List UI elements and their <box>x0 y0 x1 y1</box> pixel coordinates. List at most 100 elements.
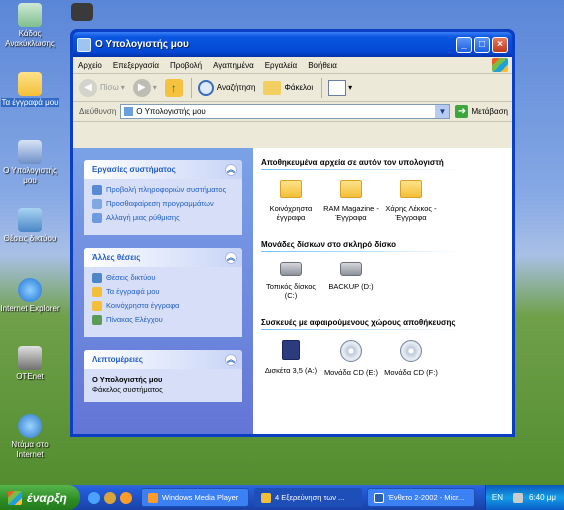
item-shared-documents[interactable]: Κοινόχρηστα έγγραφα <box>261 180 321 222</box>
checkers-icon <box>18 414 42 438</box>
folder-icon <box>400 180 422 198</box>
details-title: Λεπτομέρειες <box>92 355 143 364</box>
place-network[interactable]: Θέσεις δικτύου <box>92 273 234 283</box>
other-places-list: Θέσεις δικτύου Τα έγγραφά μου Κοινόχρηστ… <box>84 267 242 337</box>
internet-explorer-icon[interactable] <box>88 491 100 504</box>
desktop-icon-checkers[interactable]: Ντάμα στο Internet <box>0 414 60 460</box>
menu-item-view[interactable]: Προβολή <box>170 61 202 70</box>
speaker-icon[interactable] <box>512 492 523 503</box>
taskbar-button-media-player[interactable]: Windows Media Player <box>141 488 249 507</box>
folder-icon <box>261 492 271 503</box>
group-title-stored-files: Αποθηκευμένα αρχεία σε αυτόν τον υπολογι… <box>261 158 444 167</box>
place-control-panel[interactable]: Πίνακας Ελέγχου <box>92 315 234 325</box>
other-places-header[interactable]: Άλλες θέσεις ︽ <box>84 248 242 267</box>
documents-icon <box>18 72 42 96</box>
menu-item-file[interactable]: Αρχείο <box>78 61 102 70</box>
go-button[interactable]: ➜ Μετάβαση <box>455 105 508 118</box>
item-backup-d[interactable]: BACKUP (D:) <box>321 262 381 300</box>
task-label: Προβολή πληροφοριών συστήματος <box>106 185 227 194</box>
up-button[interactable]: ↑ <box>164 78 183 97</box>
place-shared-documents[interactable]: Κοινόχρηστα έγγραφα <box>92 301 234 311</box>
item-ram-magazine-documents[interactable]: RAM Magazine - Έγγραφα <box>321 180 381 222</box>
group-title-removable: Συσκευές με αφαιρούμενους χώρους αποθήκε… <box>261 318 456 327</box>
details-type: Φάκελος συστήματος <box>92 385 163 394</box>
place-label: Πίνακας Ελέγχου <box>106 315 163 324</box>
details-header[interactable]: Λεπτομέρειες ︽ <box>84 350 242 369</box>
content-area: Εργασίες συστήματος ︽ Προβολή πληροφοριώ… <box>73 148 512 434</box>
desktop-icon-label: Τα έγγραφά μου <box>1 98 59 107</box>
language-indicator[interactable]: EN <box>492 493 503 502</box>
search-button[interactable]: Αναζήτηση <box>197 79 255 96</box>
media-player-icon[interactable] <box>120 491 132 504</box>
maximize-button[interactable]: □ <box>474 36 490 53</box>
start-button[interactable]: έναρξη <box>0 485 80 510</box>
documents-icon <box>92 287 102 297</box>
folders-label: Φάκελοι <box>284 83 314 92</box>
folders-button[interactable]: Φάκελοι <box>263 80 314 95</box>
details-body: Ο Υπολογιστής μου Φάκελος συστήματος <box>84 369 242 402</box>
desktop-icon-my-documents[interactable]: Τα έγγραφά μου <box>0 72 60 108</box>
menu-item-help[interactable]: Βοήθεια <box>308 61 337 70</box>
hard-drive-icon <box>340 262 362 276</box>
item-local-disk-c[interactable]: Τοπικός δίσκος (C:) <box>261 262 321 300</box>
item-cd-f[interactable]: Μονάδα CD (F:) <box>381 340 441 377</box>
collapse-chevron-icon[interactable]: ︽ <box>225 251 237 264</box>
forward-button[interactable]: ▶ ▾ <box>132 78 157 97</box>
desktop-icon-network-places[interactable]: Θέσεις δικτύου <box>0 208 60 244</box>
menu-item-favorites[interactable]: Αγαπημένα <box>213 61 254 70</box>
computer-icon <box>124 107 134 116</box>
item-label: Μονάδα CD (F:) <box>384 368 438 377</box>
desktop-icon-my-computer[interactable]: Ο Υπολογιστής μου <box>0 140 60 186</box>
item-label: Μονάδα CD (E:) <box>323 368 379 377</box>
details-name: Ο Υπολογιστής μου <box>92 375 163 384</box>
collapse-chevron-icon[interactable]: ︽ <box>225 353 237 366</box>
menu-bar: Αρχείο Επεξεργασία Προβολή Αγαπημένα Εργ… <box>73 57 512 74</box>
group-divider <box>261 169 462 170</box>
task-change-setting[interactable]: Αλλαγή μιας ρύθμισης <box>92 213 234 223</box>
back-button[interactable]: ◀ Πίσω ▾ <box>79 78 125 97</box>
system-tasks-header[interactable]: Εργασίες συστήματος ︽ <box>84 160 242 179</box>
clock: 6:40 μμ <box>528 493 556 502</box>
start-label: έναρξη <box>27 490 67 505</box>
shared-folder-icon <box>92 301 102 311</box>
desktop-icon-camera[interactable] <box>62 3 102 23</box>
network-icon <box>92 273 102 283</box>
desktop-icon-internet-explorer[interactable]: Internet Explorer <box>0 278 60 314</box>
folder-icon <box>280 180 302 198</box>
collapse-chevron-icon[interactable]: ︽ <box>225 163 237 176</box>
taskbar-button-label: Windows Media Player <box>162 493 239 502</box>
folder-icon <box>340 180 362 198</box>
windows-flag-icon <box>8 490 22 505</box>
task-label: Αλλαγή μιας ρύθμισης <box>106 213 180 222</box>
address-bar: Διεύθυνση Ο Υπολογιστής μου ▼ ➜ Μετάβαση <box>73 102 512 122</box>
close-button[interactable]: × <box>492 36 508 53</box>
item-haris-lekkos-documents[interactable]: Χάρης Λέκκος - Έγγραφα <box>381 180 441 222</box>
taskbar: έναρξη Windows Media Player 4 Εξερεύνηση… <box>0 485 564 510</box>
outlook-express-icon[interactable] <box>104 491 116 504</box>
views-button[interactable]: ▾ <box>328 79 352 96</box>
item-label: Δισκέτα 3,5 (A:) <box>264 366 318 375</box>
place-my-documents[interactable]: Τα έγγραφά μου <box>92 287 234 297</box>
address-dropdown-icon[interactable]: ▼ <box>435 105 450 118</box>
group-divider <box>261 329 462 330</box>
task-view-system-info[interactable]: Προβολή πληροφοριών συστήματος <box>92 185 234 195</box>
task-label: Προσθαφαίρεση προγραμμάτων <box>106 199 214 208</box>
item-cd-e[interactable]: Μονάδα CD (E:) <box>321 340 381 377</box>
system-tasks-list: Προβολή πληροφοριών συστήματος Προσθαφαί… <box>84 179 242 235</box>
quick-launch <box>88 491 136 504</box>
taskbar-button-explorer[interactable]: 4 Εξερεύνηση των ... <box>254 488 362 507</box>
item-floppy-a[interactable]: Δισκέτα 3,5 (A:) <box>261 340 321 377</box>
item-label: Χάρης Λέκκος - Έγγραφα <box>385 204 437 222</box>
menu-item-tools[interactable]: Εργαλεία <box>265 61 297 70</box>
minimize-button[interactable]: _ <box>456 36 472 53</box>
address-input[interactable]: Ο Υπολογιστής μου ▼ <box>120 104 451 119</box>
desktop-icon-recycle-bin[interactable]: Κάδος Ανακύκλωσης <box>0 3 60 49</box>
task-add-remove-programs[interactable]: Προσθαφαίρεση προγραμμάτων <box>92 199 234 209</box>
title-bar[interactable]: Ο Υπολογιστής μου _ □ × <box>73 32 512 57</box>
taskbar-button-word[interactable]: Ένθετο 2-2002 - Micr... <box>367 488 475 507</box>
place-label: Τα έγγραφά μου <box>106 287 160 296</box>
task-pane: Εργασίες συστήματος ︽ Προβολή πληροφοριώ… <box>73 148 253 434</box>
desktop-icon-otenet[interactable]: OTEnet <box>0 346 60 382</box>
cd-drive-icon <box>400 340 422 362</box>
menu-item-edit[interactable]: Επεξεργασία <box>113 61 159 70</box>
